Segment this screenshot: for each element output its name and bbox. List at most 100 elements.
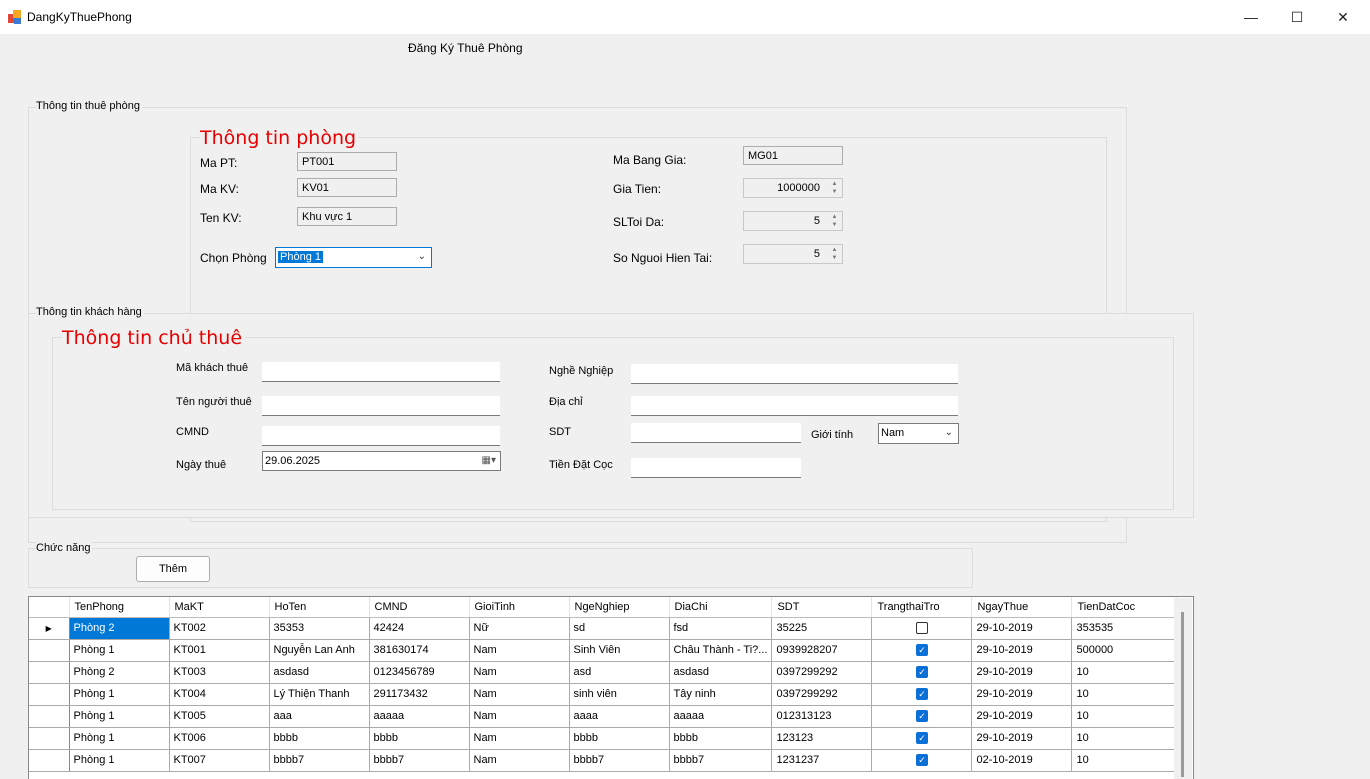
trangthaitro-checkbox[interactable]: ✓ bbox=[915, 710, 928, 723]
cell-tiendatcoc[interactable]: 10 bbox=[1071, 683, 1178, 706]
cell-makt[interactable]: KT005 bbox=[169, 705, 270, 728]
cell-hoten[interactable]: bbbb bbox=[269, 727, 370, 750]
tien-dat-coc-input[interactable] bbox=[631, 458, 801, 478]
cell-cmnd[interactable]: 0123456789 bbox=[369, 661, 470, 684]
col-header-makt[interactable]: MaKT bbox=[169, 597, 270, 618]
spinner-arrows-icon[interactable]: ▲ ▼ bbox=[828, 213, 841, 229]
cell-ngaythue[interactable]: 29-10-2019 bbox=[971, 705, 1073, 728]
cell-hoten[interactable]: 35353 bbox=[269, 617, 370, 640]
trangthaitro-checkbox[interactable]: ✓ bbox=[915, 644, 928, 657]
cell-hoten[interactable]: asdasd bbox=[269, 661, 370, 684]
cell-trangthaitro[interactable]: ✓ bbox=[871, 683, 973, 706]
col-header-ngaythue[interactable]: NgayThue bbox=[971, 597, 1073, 618]
cell-diachi[interactable]: bbbb7 bbox=[669, 749, 773, 772]
cell-trangthaitro[interactable]: ✓ bbox=[871, 749, 973, 772]
cell-cmnd[interactable]: bbbb bbox=[369, 727, 470, 750]
cell-makt[interactable]: KT007 bbox=[169, 749, 270, 772]
cell-gioitinh[interactable]: Nam bbox=[469, 639, 570, 662]
cell-makt[interactable]: KT004 bbox=[169, 683, 270, 706]
trangthaitro-checkbox[interactable]: ✓ bbox=[915, 688, 928, 701]
row-header[interactable] bbox=[29, 705, 70, 728]
table-row[interactable]: Phòng 1 KT001 Nguyễn Lan Anh 381630174 Nam Si… bbox=[29, 639, 1178, 662]
trangthaitro-checkbox[interactable]: ✓ bbox=[915, 754, 928, 767]
cell-ngaythue[interactable]: 29-10-2019 bbox=[971, 639, 1073, 662]
rental-data-grid[interactable]: TenPhong MaKT HoTen CMND GioiTinh NgeNgh… bbox=[28, 596, 1194, 779]
cell-gioitinh[interactable]: Nam bbox=[469, 705, 570, 728]
ngay-thue-datepicker[interactable]: 29.06.2025 ▦▾ bbox=[262, 451, 501, 471]
cell-ngaythue[interactable]: 29-10-2019 bbox=[971, 727, 1073, 750]
cell-ngaythue[interactable]: 29-10-2019 bbox=[971, 617, 1073, 640]
cell-tenphong[interactable]: Phòng 2 bbox=[69, 661, 170, 684]
cell-gioitinh[interactable]: Nam bbox=[469, 661, 570, 684]
cell-ngenghiep[interactable]: asd bbox=[569, 661, 670, 684]
table-row[interactable]: Phòng 1 KT004 Lý Thiện Thanh 291173432 Nam si… bbox=[29, 683, 1178, 706]
cell-diachi[interactable]: Châu Thành - Ti?... bbox=[669, 639, 773, 662]
cell-makt[interactable]: KT006 bbox=[169, 727, 270, 750]
cell-sdt[interactable]: 0397299292 bbox=[771, 661, 873, 684]
cell-tenphong[interactable]: Phòng 1 bbox=[69, 705, 170, 728]
cell-tenphong[interactable]: Phòng 1 bbox=[69, 683, 170, 706]
cell-tiendatcoc[interactable]: 353535 bbox=[1071, 617, 1178, 640]
row-header[interactable] bbox=[29, 639, 70, 662]
cell-trangthaitro[interactable]: ✓ bbox=[871, 661, 973, 684]
ma-khach-thue-input[interactable] bbox=[262, 362, 500, 382]
ma-pt-field[interactable]: PT001 bbox=[297, 152, 397, 171]
sl-toi-da-stepper[interactable]: 5 ▲ ▼ bbox=[743, 211, 843, 231]
gioi-tinh-select[interactable]: Nam ⌄ bbox=[878, 423, 959, 444]
cell-trangthaitro[interactable]: ✓ bbox=[871, 639, 973, 662]
col-header-diachi[interactable]: DiaChi bbox=[669, 597, 773, 618]
cell-cmnd[interactable]: 381630174 bbox=[369, 639, 470, 662]
cell-gioitinh[interactable]: Nam bbox=[469, 683, 570, 706]
row-header[interactable] bbox=[29, 683, 70, 706]
col-header-sdt[interactable]: SDT bbox=[771, 597, 873, 618]
col-header-hoten[interactable]: HoTen bbox=[269, 597, 370, 618]
cell-trangthaitro[interactable] bbox=[871, 617, 973, 640]
row-header[interactable] bbox=[29, 749, 70, 772]
cell-tenphong[interactable]: Phòng 1 bbox=[69, 639, 170, 662]
cell-makt[interactable]: KT002 bbox=[169, 617, 270, 640]
cell-ngaythue[interactable]: 29-10-2019 bbox=[971, 683, 1073, 706]
cell-sdt[interactable]: 012313123 bbox=[771, 705, 873, 728]
cell-ngenghiep[interactable]: aaaa bbox=[569, 705, 670, 728]
col-header-tiendatcoc[interactable]: TienDatCoc bbox=[1071, 597, 1178, 618]
maximize-button[interactable]: ☐ bbox=[1274, 0, 1320, 34]
row-header[interactable]: ▶ bbox=[29, 617, 70, 640]
ma-kv-field[interactable]: KV01 bbox=[297, 178, 397, 197]
table-row[interactable]: Phòng 2 KT003 asdasd 0123456789 Nam asd asdasd… bbox=[29, 661, 1178, 684]
ten-kv-field[interactable]: Khu vực 1 bbox=[297, 207, 397, 226]
add-button[interactable]: Thêm bbox=[136, 556, 210, 582]
nghe-nghiep-input[interactable] bbox=[631, 364, 958, 384]
row-header[interactable] bbox=[29, 727, 70, 750]
close-button[interactable]: ✕ bbox=[1320, 0, 1366, 34]
table-row[interactable]: Phòng 1 KT007 bbbb7 bbbb7 Nam bbbb7 bbbb7 12312… bbox=[29, 749, 1178, 772]
cell-tiendatcoc[interactable]: 10 bbox=[1071, 727, 1178, 750]
trangthaitro-checkbox[interactable] bbox=[915, 622, 928, 635]
cell-trangthaitro[interactable]: ✓ bbox=[871, 705, 973, 728]
cell-ngaythue[interactable]: 29-10-2019 bbox=[971, 661, 1073, 684]
cell-tenphong[interactable]: Phòng 1 bbox=[69, 727, 170, 750]
room-select[interactable]: Phòng 1 ⌄ bbox=[275, 247, 432, 268]
cell-ngaythue[interactable]: 02-10-2019 bbox=[971, 749, 1073, 772]
cell-hoten[interactable]: Lý Thiện Thanh bbox=[269, 683, 370, 706]
cell-tenphong[interactable]: Phòng 1 bbox=[69, 749, 170, 772]
cell-tiendatcoc[interactable]: 10 bbox=[1071, 661, 1178, 684]
cell-trangthaitro[interactable]: ✓ bbox=[871, 727, 973, 750]
cell-sdt[interactable]: 35225 bbox=[771, 617, 873, 640]
cell-cmnd[interactable]: aaaaa bbox=[369, 705, 470, 728]
cell-gioitinh[interactable]: Nam bbox=[469, 749, 570, 772]
table-row[interactable]: Phòng 1 KT006 bbbb bbbb Nam bbbb bbbb 123123 ✓ 29… bbox=[29, 727, 1178, 750]
cell-cmnd[interactable]: 291173432 bbox=[369, 683, 470, 706]
col-header-trangthaitro[interactable]: TrangthaiTro bbox=[871, 597, 973, 618]
cell-sdt[interactable]: 123123 bbox=[771, 727, 873, 750]
cell-diachi[interactable]: asdasd bbox=[669, 661, 773, 684]
trangthaitro-checkbox[interactable]: ✓ bbox=[915, 666, 928, 679]
cell-diachi[interactable]: Tây ninh bbox=[669, 683, 773, 706]
cell-sdt[interactable]: 0397299292 bbox=[771, 683, 873, 706]
cell-tiendatcoc[interactable]: 10 bbox=[1071, 749, 1178, 772]
cell-hoten[interactable]: aaa bbox=[269, 705, 370, 728]
cell-diachi[interactable]: fsd bbox=[669, 617, 773, 640]
calendar-icon[interactable]: ▦▾ bbox=[482, 455, 496, 466]
col-header-gioitinh[interactable]: GioiTinh bbox=[469, 597, 570, 618]
so-nguoi-stepper[interactable]: 5 ▲ ▼ bbox=[743, 244, 843, 264]
cell-diachi[interactable]: bbbb bbox=[669, 727, 773, 750]
